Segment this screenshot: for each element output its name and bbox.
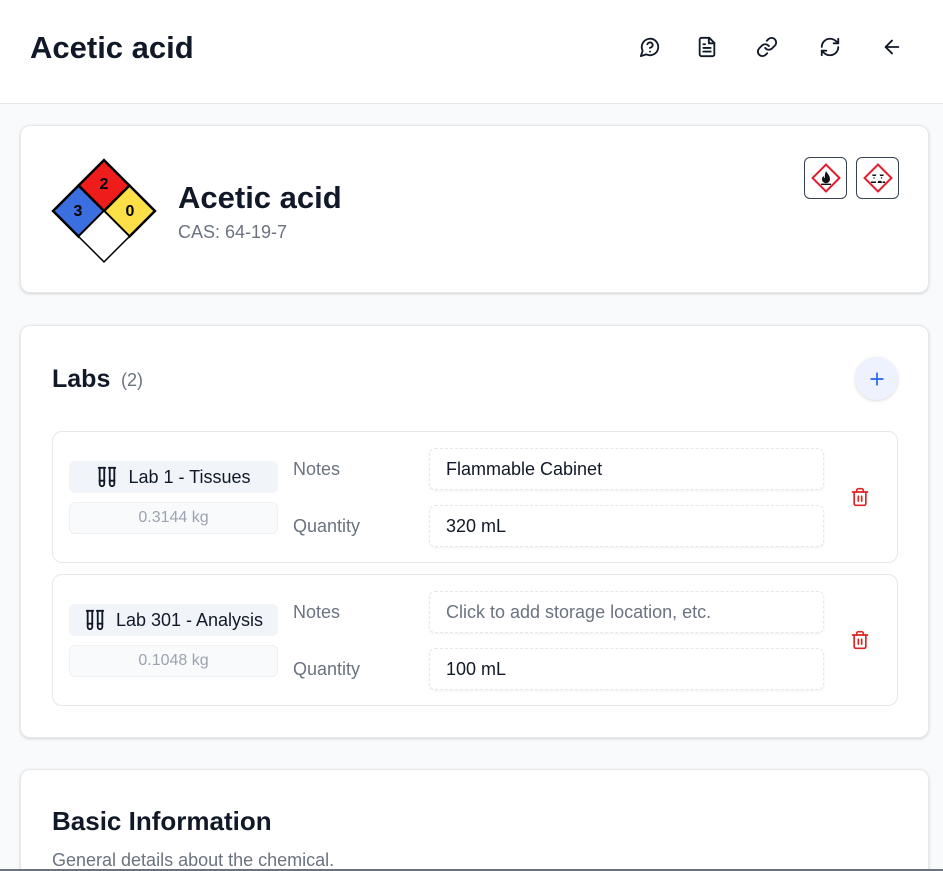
lab-mass: 0.1048 kg [69, 645, 278, 677]
flame-pictogram-icon [810, 163, 841, 193]
labs-count: (2) [121, 370, 143, 390]
notes-label: Notes [293, 602, 341, 622]
chemical-summary-card: 2 3 0 Acetic acid CAS: 64-19-7 [20, 125, 929, 293]
help-button[interactable] [634, 31, 666, 63]
labs-title: Labs [52, 365, 111, 393]
nfpa-flammability-value: 2 [100, 176, 109, 193]
delete-lab-button[interactable] [848, 485, 872, 509]
page-title: Acetic acid [30, 30, 194, 65]
nfpa-diamond: 2 3 0 [51, 158, 157, 263]
file-text-icon [698, 36, 716, 58]
lab-row: Lab 301 - Analysis 0.1048 kg Notes Click… [52, 574, 898, 706]
plus-icon [869, 371, 884, 386]
arrow-left-icon [884, 39, 900, 55]
lab-tag[interactable]: Lab 301 - Analysis [69, 604, 278, 636]
trash-icon [851, 630, 869, 650]
top-bar: Acetic acid [0, 0, 943, 104]
message-circle-question-icon [639, 37, 660, 58]
corrosion-pictogram-icon [862, 163, 893, 193]
link-icon [756, 36, 778, 58]
lab-row: Lab 1 - Tissues 0.3144 kg Notes Flammabl… [52, 431, 898, 563]
ghs-corrosion-badge[interactable] [856, 157, 899, 199]
trash-icon [851, 487, 869, 507]
lab-mass: 0.3144 kg [69, 502, 278, 534]
refresh-icon [820, 37, 840, 57]
refresh-button[interactable] [814, 31, 846, 63]
cas-number: CAS: 64-19-7 [178, 222, 288, 242]
link-button[interactable] [751, 31, 783, 63]
lab-name: Lab 301 - Analysis [115, 609, 264, 630]
notes-field[interactable]: Click to add storage location, etc. [429, 591, 824, 633]
basic-information-title: Basic Information [52, 806, 272, 836]
lab-name: Lab 1 - Tissues [128, 466, 251, 487]
quantity-label: Quantity [293, 516, 361, 536]
notes-field[interactable]: Flammable Cabinet [429, 448, 824, 490]
basic-information-card: Basic Information General details about … [20, 769, 929, 871]
notes-label: Notes [293, 459, 341, 479]
ghs-flame-badge[interactable] [804, 157, 847, 199]
document-button[interactable] [691, 31, 723, 63]
basic-information-subtitle: General details about the chemical. [52, 850, 335, 870]
quantity-field[interactable]: 100 mL [429, 648, 824, 690]
nfpa-health-value: 3 [74, 203, 83, 220]
lab-tag[interactable]: Lab 1 - Tissues [69, 461, 278, 493]
quantity-label: Quantity [293, 659, 361, 679]
add-lab-button[interactable] [855, 357, 898, 400]
quantity-field[interactable]: 320 mL [429, 505, 824, 547]
test-tubes-icon [98, 466, 117, 488]
delete-lab-button[interactable] [848, 628, 872, 652]
nfpa-instability-value: 0 [126, 203, 135, 220]
labs-card: Labs (2) Lab 1 - Tissues 0.3144 kg Notes… [20, 325, 929, 738]
test-tubes-icon [85, 609, 105, 631]
back-button[interactable] [876, 31, 908, 63]
chemical-name: Acetic acid [178, 180, 342, 215]
